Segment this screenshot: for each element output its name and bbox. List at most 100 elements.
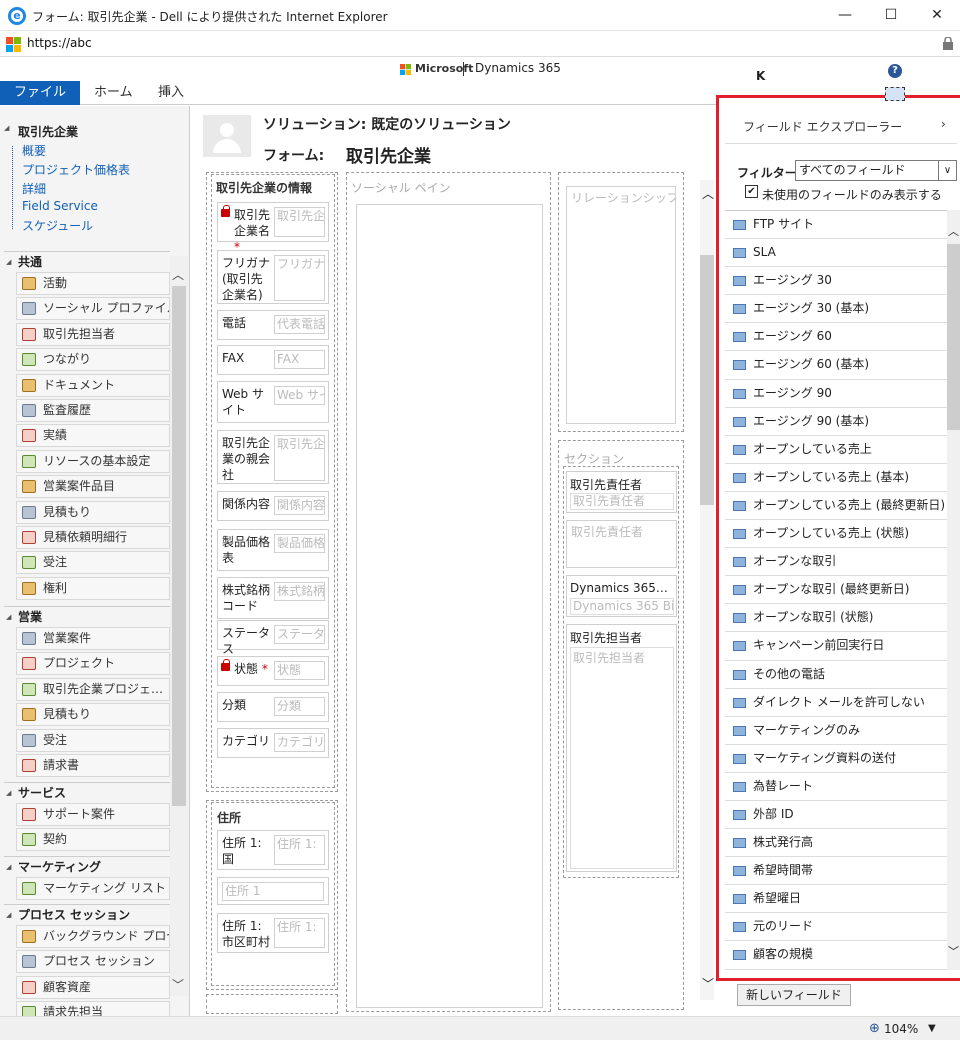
field-list-item[interactable]: エージング 30 (基本): [725, 295, 947, 324]
zoom-icon[interactable]: ⊕: [869, 1021, 880, 1036]
form-name[interactable]: 取引先企業: [346, 142, 431, 167]
nav-group-header[interactable]: サービス: [4, 782, 170, 803]
field-list-item[interactable]: FTP サイト: [725, 211, 947, 240]
nav-item[interactable]: 契約: [16, 828, 170, 852]
nav-item[interactable]: 取引先企業プロジェ…: [16, 677, 170, 701]
nav-item[interactable]: 取引先担当者: [16, 322, 170, 346]
owner-input[interactable]: 取引先責任者: [570, 493, 674, 510]
close-button[interactable]: ✕: [914, 0, 960, 31]
nav-group-header[interactable]: プロセス セッション: [4, 904, 170, 925]
contact-subgrid[interactable]: 取引先担当者 取引先担当者: [566, 624, 677, 872]
nav-item[interactable]: つながり: [16, 348, 170, 372]
field-input[interactable]: 株式銘柄: [274, 582, 325, 601]
form-field[interactable]: フリガナ (取引先企業名)フリガナ (: [217, 250, 329, 304]
nav-item[interactable]: 請求先担当: [16, 1001, 170, 1016]
nav-item[interactable]: 見積もり: [16, 703, 170, 727]
field-list-item[interactable]: エージング 90: [725, 380, 947, 408]
social-pane-placeholder[interactable]: [356, 204, 543, 1008]
sublink-project-price-list[interactable]: プロジェクト価格表: [22, 161, 130, 178]
field-input[interactable]: 住所 1:: [274, 835, 325, 865]
tab-home[interactable]: ホーム: [80, 81, 147, 105]
nav-item[interactable]: 営業案件品目: [16, 475, 170, 499]
field-input[interactable]: カテゴリ: [274, 733, 325, 752]
form-field[interactable]: ステータスステータス: [217, 620, 329, 656]
chevron-down-icon[interactable]: ∨: [938, 161, 956, 180]
sublink-details[interactable]: 詳細: [22, 180, 46, 197]
field-input[interactable]: 住所 1:: [274, 918, 325, 948]
form-field[interactable]: 電話 代表電話: [217, 310, 329, 340]
d365-field[interactable]: Dynamics 365… Dynamics 365 Bi: [566, 575, 677, 617]
field-list-item[interactable]: オープンしている売上 (状態): [725, 520, 947, 549]
form-field[interactable]: 関係内容 関係内容: [217, 491, 329, 521]
field-input[interactable]: 取引先企: [274, 435, 325, 481]
sublink-overview[interactable]: 概要: [22, 142, 46, 159]
d365-input[interactable]: Dynamics 365 Bi: [570, 598, 674, 615]
canvas-scroll-thumb[interactable]: [700, 255, 714, 505]
form-field[interactable]: 取引先企業名 * 取引先企: [217, 202, 329, 254]
field-list-item[interactable]: オープンしている売上 (最終更新日): [725, 492, 947, 521]
field-list-item[interactable]: オープンな取引: [725, 548, 947, 577]
nav-item[interactable]: 実績: [16, 424, 170, 448]
form-field[interactable]: 状態 * 状態: [217, 656, 329, 686]
nav-item[interactable]: プロセス セッション: [16, 950, 170, 974]
zoom-level[interactable]: 104%: [884, 1022, 918, 1036]
form-field[interactable]: 分類 分類: [217, 692, 329, 722]
address-bar[interactable]: https://abc: [0, 31, 960, 57]
field-input[interactable]: 関係内容: [274, 496, 325, 515]
field-input[interactable]: Web サイ: [274, 386, 325, 405]
field-list-item[interactable]: 為替レート: [725, 773, 947, 801]
nav-item[interactable]: マーケティング リスト: [16, 877, 170, 900]
contact-input[interactable]: 取引先担当者: [570, 647, 674, 869]
form-field[interactable]: カテゴリ カテゴリ: [217, 728, 329, 758]
field-list-item[interactable]: エージング 60: [725, 323, 947, 352]
nav-item[interactable]: 請求書: [16, 754, 170, 777]
form-field[interactable]: 株式銘柄コード 株式銘柄: [217, 577, 329, 619]
field-list-item[interactable]: 希望曜日: [725, 885, 947, 914]
tab-column-next[interactable]: [206, 994, 338, 1014]
field-input[interactable]: フリガナ (: [274, 255, 325, 301]
scroll-up-icon[interactable]: ︿: [702, 185, 714, 202]
scroll-down-icon[interactable]: ﹀: [948, 943, 959, 959]
nav-item[interactable]: 活動: [16, 272, 170, 295]
nav-group-header[interactable]: 営業: [4, 606, 170, 627]
form-field[interactable]: Web サイト Web サイ: [217, 381, 329, 423]
sublink-field-service[interactable]: Field Service: [22, 199, 98, 213]
minimize-button[interactable]: —: [822, 0, 868, 31]
field-list-item[interactable]: マーケティングのみ: [725, 717, 947, 745]
nav-item[interactable]: 受注: [16, 551, 170, 575]
tab-file[interactable]: ファイル: [0, 81, 81, 105]
nav-item[interactable]: 顧客資産: [16, 975, 170, 999]
field-input[interactable]: ステータス: [274, 625, 325, 644]
nav-item[interactable]: 見積依頼明細行: [16, 526, 170, 549]
selection-marker-icon[interactable]: [885, 87, 905, 101]
owner-placeholder-box[interactable]: 取引先責任者: [566, 520, 677, 568]
field-list-item[interactable]: その他の電話: [725, 661, 947, 689]
field-input[interactable]: 状態: [274, 661, 325, 680]
expand-triangle-icon[interactable]: ◢: [4, 124, 9, 132]
form-field[interactable]: FAX FAX: [217, 345, 329, 375]
url-text[interactable]: https://abc: [27, 36, 92, 50]
relationship-assistant-placeholder[interactable]: リレーションシップ アシ: [566, 186, 676, 424]
field-list-item[interactable]: オープンな取引 (最終更新日): [725, 576, 947, 605]
sublink-schedule[interactable]: スケジュール: [22, 217, 93, 234]
unused-only-checkbox[interactable]: ✔: [745, 185, 758, 198]
address-field[interactable]: 住所 1: 国住所 1:: [217, 830, 329, 870]
unused-only-label[interactable]: 未使用のフィールドのみ表示する: [762, 186, 942, 203]
nav-item[interactable]: 受注: [16, 728, 170, 752]
field-list-item[interactable]: SLA: [725, 239, 947, 268]
field-list-item[interactable]: 元のリード: [725, 913, 947, 942]
nav-item[interactable]: バックグラウンド プロセス: [16, 925, 170, 948]
field-list-item[interactable]: エージング 60 (基本): [725, 351, 947, 380]
field-list-item[interactable]: 希望時間帯: [725, 857, 947, 886]
field-input[interactable]: 住所 1: [222, 882, 324, 901]
new-field-button[interactable]: 新しいフィールド: [737, 984, 851, 1006]
field-input[interactable]: 分類: [274, 697, 325, 716]
field-list-item[interactable]: オープンしている売上: [725, 436, 947, 464]
address-field[interactable]: 住所 1: [217, 877, 329, 905]
nav-item[interactable]: ソーシャル プロファイル: [16, 297, 170, 321]
field-input[interactable]: 取引先企: [274, 207, 325, 237]
field-list-item[interactable]: 株式発行高: [725, 829, 947, 858]
field-input[interactable]: FAX: [274, 350, 325, 369]
field-list-item[interactable]: 顧客の規模: [725, 941, 947, 970]
collapse-chevron-icon[interactable]: ›: [941, 117, 946, 131]
